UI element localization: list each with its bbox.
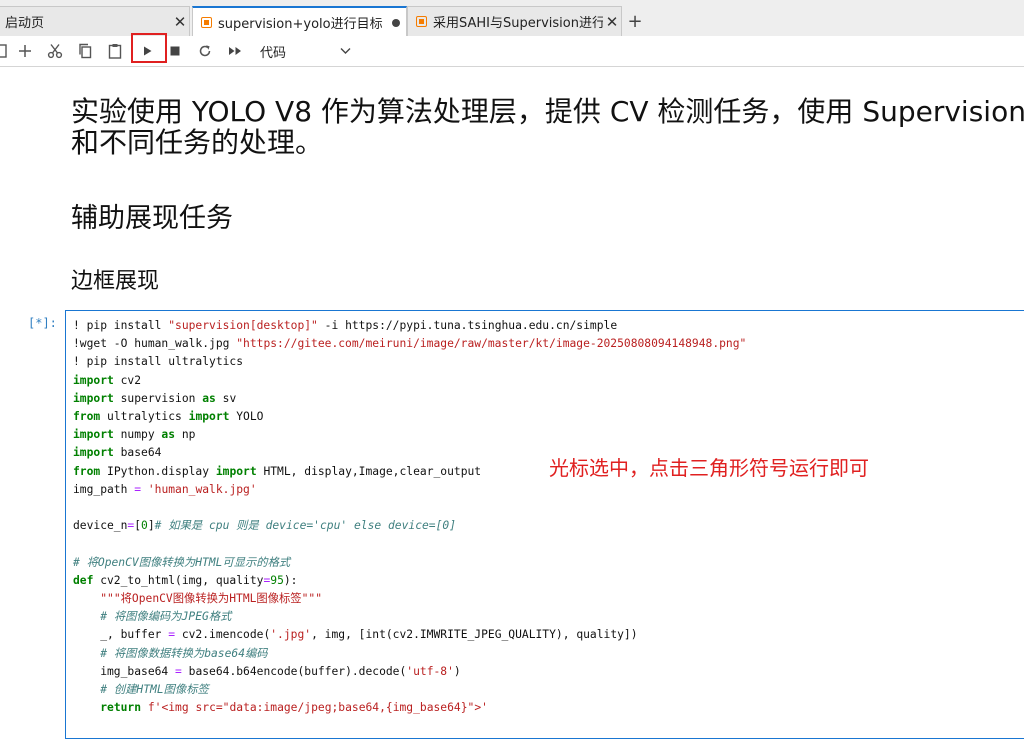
code-line[interactable]: # 创建HTML图像标签 [73, 681, 746, 699]
code-line[interactable]: # 将图像编码为JPEG格式 [73, 608, 746, 626]
notebook-icon [201, 17, 212, 28]
code-line[interactable]: ! pip install "supervision[desktop]" -i … [73, 317, 746, 335]
tab-supervision-yolo[interactable]: supervision+yolo进行目标 [192, 6, 407, 37]
add-tab-plus-icon[interactable]: + [624, 11, 646, 33]
code-line[interactable]: img_path = 'human_walk.jpg' [73, 481, 746, 499]
annotation-text: 光标选中，点击三角形符号运行即可 [549, 456, 869, 480]
paste-icon[interactable] [103, 39, 127, 63]
code-line[interactable]: ! pip install ultralytics [73, 353, 746, 371]
tab-label: 启动页 [5, 16, 45, 31]
heading-line-1: 实验使用 YOLO V8 作为算法处理层，提供 CV 检测任务，使用 Super… [71, 95, 1024, 128]
code-line[interactable]: from ultralytics import YOLO [73, 408, 746, 426]
scissors-icon[interactable] [43, 39, 67, 63]
run-button-highlight [131, 33, 167, 63]
restart-icon[interactable] [193, 39, 217, 63]
code-line[interactable]: import numpy as np [73, 426, 746, 444]
cell-execution-prompt: [*]: [28, 316, 57, 330]
markdown-heading-3: 边框展现 [71, 269, 160, 294]
tab-sahi-supervision[interactable]: 采用SAHI与Supervision进行 ✕ [407, 6, 622, 36]
code-line[interactable]: import supervision as sv [73, 390, 746, 408]
code-line[interactable] [73, 499, 746, 517]
code-line[interactable]: return f'<img src="data:image/jpeg;base6… [73, 699, 746, 717]
code-line[interactable]: !wget -O human_walk.jpg "https://gitee.c… [73, 335, 746, 353]
tab-label: 采用SAHI与Supervision进行 [433, 16, 603, 31]
close-icon[interactable]: ✕ [603, 13, 621, 31]
plus-icon[interactable] [13, 39, 37, 63]
fast-forward-icon[interactable] [223, 39, 247, 63]
heading-line-2: 和不同任务的处理。 [71, 126, 324, 159]
code-line[interactable]: import cv2 [73, 372, 746, 390]
tab-bar: 启动页 ✕ supervision+yolo进行目标 采用SAHI与Superv… [0, 0, 1024, 37]
code-line[interactable]: def cv2_to_html(img, quality=95): [73, 572, 746, 590]
notebook-icon [416, 16, 427, 27]
close-icon[interactable]: ✕ [171, 13, 189, 31]
code-line[interactable]: """将OpenCV图像转换为HTML图像标签""" [73, 590, 746, 608]
code-line[interactable]: img_base64 = base64.b64encode(buffer).de… [73, 663, 746, 681]
unsaved-dot-icon[interactable] [392, 18, 400, 27]
copy-icon[interactable] [73, 39, 97, 63]
chevron-down-icon [340, 44, 351, 59]
markdown-heading-2: 辅助展现任务 [71, 203, 233, 234]
code-block[interactable]: ! pip install "supervision[desktop]" -i … [73, 317, 746, 717]
code-cell-editor[interactable]: ! pip install "supervision[desktop]" -i … [65, 310, 1024, 739]
markdown-heading-1: 实验使用 YOLO V8 作为算法处理层，提供 CV 检测任务，使用 Super… [71, 96, 1024, 158]
cell-type-value: 代码 [260, 45, 287, 61]
code-line[interactable] [73, 535, 746, 553]
code-line[interactable]: # 将OpenCV图像转换为HTML可显示的格式 [73, 554, 746, 572]
code-line[interactable]: # 将图像数据转换为base64编码 [73, 645, 746, 663]
code-line[interactable]: device_n=[0]# 如果是 cpu 则是 device='cpu' el… [73, 517, 746, 535]
cell-type-select[interactable]: 代码 [255, 41, 351, 61]
tab-launcher[interactable]: 启动页 ✕ [0, 6, 190, 36]
save-icon[interactable] [0, 39, 12, 63]
tab-label: supervision+yolo进行目标 [218, 17, 383, 32]
code-line[interactable]: _, buffer = cv2.imencode('.jpg', img, [i… [73, 626, 746, 644]
